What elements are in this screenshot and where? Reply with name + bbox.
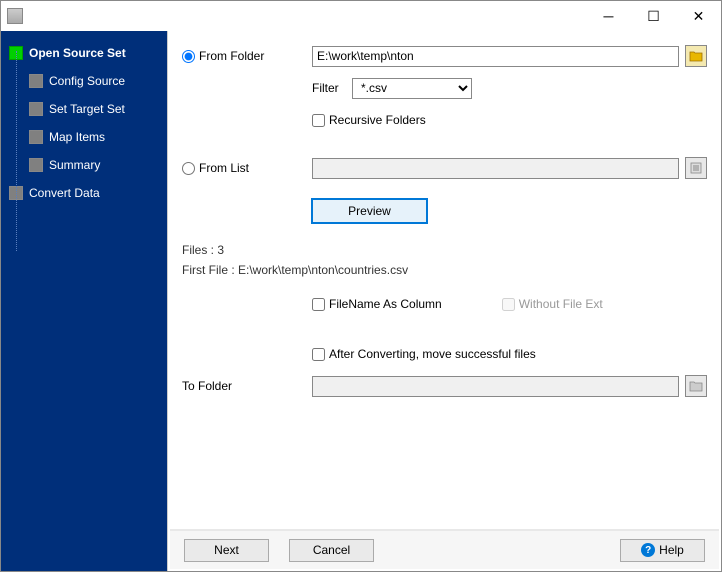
from-folder-label: From Folder — [199, 49, 264, 63]
sidebar-item-label: Summary — [49, 158, 100, 172]
filter-label: Filter — [312, 81, 346, 95]
main-panel: From Folder Filter *.csv — [167, 31, 721, 571]
browse-to-folder-button[interactable] — [685, 375, 707, 397]
sidebar-item-map-items[interactable]: Map Items — [1, 123, 167, 151]
wizard-sidebar: Open Source Set Config Source Set Target S… — [1, 31, 167, 571]
step-box-icon — [29, 130, 43, 144]
folder-icon — [689, 50, 703, 62]
from-folder-input[interactable] — [312, 46, 679, 67]
cancel-button[interactable]: Cancel — [289, 539, 374, 562]
sidebar-item-label: Map Items — [49, 130, 105, 144]
sidebar-item-open-source-set[interactable]: Open Source Set — [1, 39, 167, 67]
without-ext-checkbox-label: Without File Ext — [502, 297, 603, 311]
without-ext-checkbox — [502, 298, 515, 311]
wizard-footer: Next Cancel ? Help — [170, 529, 719, 569]
close-button[interactable]: ✕ — [676, 1, 721, 31]
to-folder-input[interactable] — [312, 376, 679, 397]
after-convert-checkbox[interactable] — [312, 348, 325, 361]
help-icon: ? — [641, 543, 655, 557]
from-list-radio[interactable] — [182, 162, 195, 175]
to-folder-label: To Folder — [182, 379, 232, 393]
sidebar-item-label: Config Source — [49, 74, 125, 88]
without-ext-label: Without File Ext — [519, 297, 603, 311]
sidebar-item-summary[interactable]: Summary — [1, 151, 167, 179]
browse-folder-button[interactable] — [685, 45, 707, 67]
step-box-icon — [29, 158, 43, 172]
from-folder-radio[interactable] — [182, 50, 195, 63]
browse-list-button[interactable] — [685, 157, 707, 179]
sidebar-item-convert-data[interactable]: Convert Data — [1, 179, 167, 207]
preview-button[interactable]: Preview — [312, 199, 427, 223]
maximize-button[interactable]: ☐ — [631, 1, 676, 31]
from-list-radio-label[interactable]: From List — [182, 161, 249, 175]
app-icon — [7, 8, 23, 24]
minimize-button[interactable]: ─ — [586, 1, 631, 31]
files-count-text: Files : 3 — [182, 243, 707, 257]
list-icon — [689, 162, 703, 174]
after-convert-checkbox-label[interactable]: After Converting, move successful files — [312, 347, 536, 361]
recursive-checkbox-label[interactable]: Recursive Folders — [312, 113, 426, 127]
step-box-icon — [29, 74, 43, 88]
filter-select[interactable]: *.csv — [352, 78, 472, 99]
next-button[interactable]: Next — [184, 539, 269, 562]
sidebar-item-label: Open Source Set — [29, 46, 126, 60]
filename-col-label: FileName As Column — [329, 297, 442, 311]
sidebar-item-label: Set Target Set — [49, 102, 125, 116]
recursive-checkbox[interactable] — [312, 114, 325, 127]
from-list-label: From List — [199, 161, 249, 175]
sidebar-item-label: Convert Data — [29, 186, 100, 200]
sidebar-item-config-source[interactable]: Config Source — [1, 67, 167, 95]
filename-col-checkbox-label[interactable]: FileName As Column — [312, 297, 442, 311]
help-button[interactable]: ? Help — [620, 539, 705, 562]
first-file-text: First File : E:\work\temp\nton\countries… — [182, 263, 707, 277]
sidebar-item-set-target-set[interactable]: Set Target Set — [1, 95, 167, 123]
folder-icon — [689, 380, 703, 392]
recursive-label: Recursive Folders — [329, 113, 426, 127]
after-convert-label: After Converting, move successful files — [329, 347, 536, 361]
window-titlebar: ─ ☐ ✕ — [1, 1, 721, 31]
from-list-input[interactable] — [312, 158, 679, 179]
filename-col-checkbox[interactable] — [312, 298, 325, 311]
step-box-icon — [29, 102, 43, 116]
from-folder-radio-label[interactable]: From Folder — [182, 49, 264, 63]
